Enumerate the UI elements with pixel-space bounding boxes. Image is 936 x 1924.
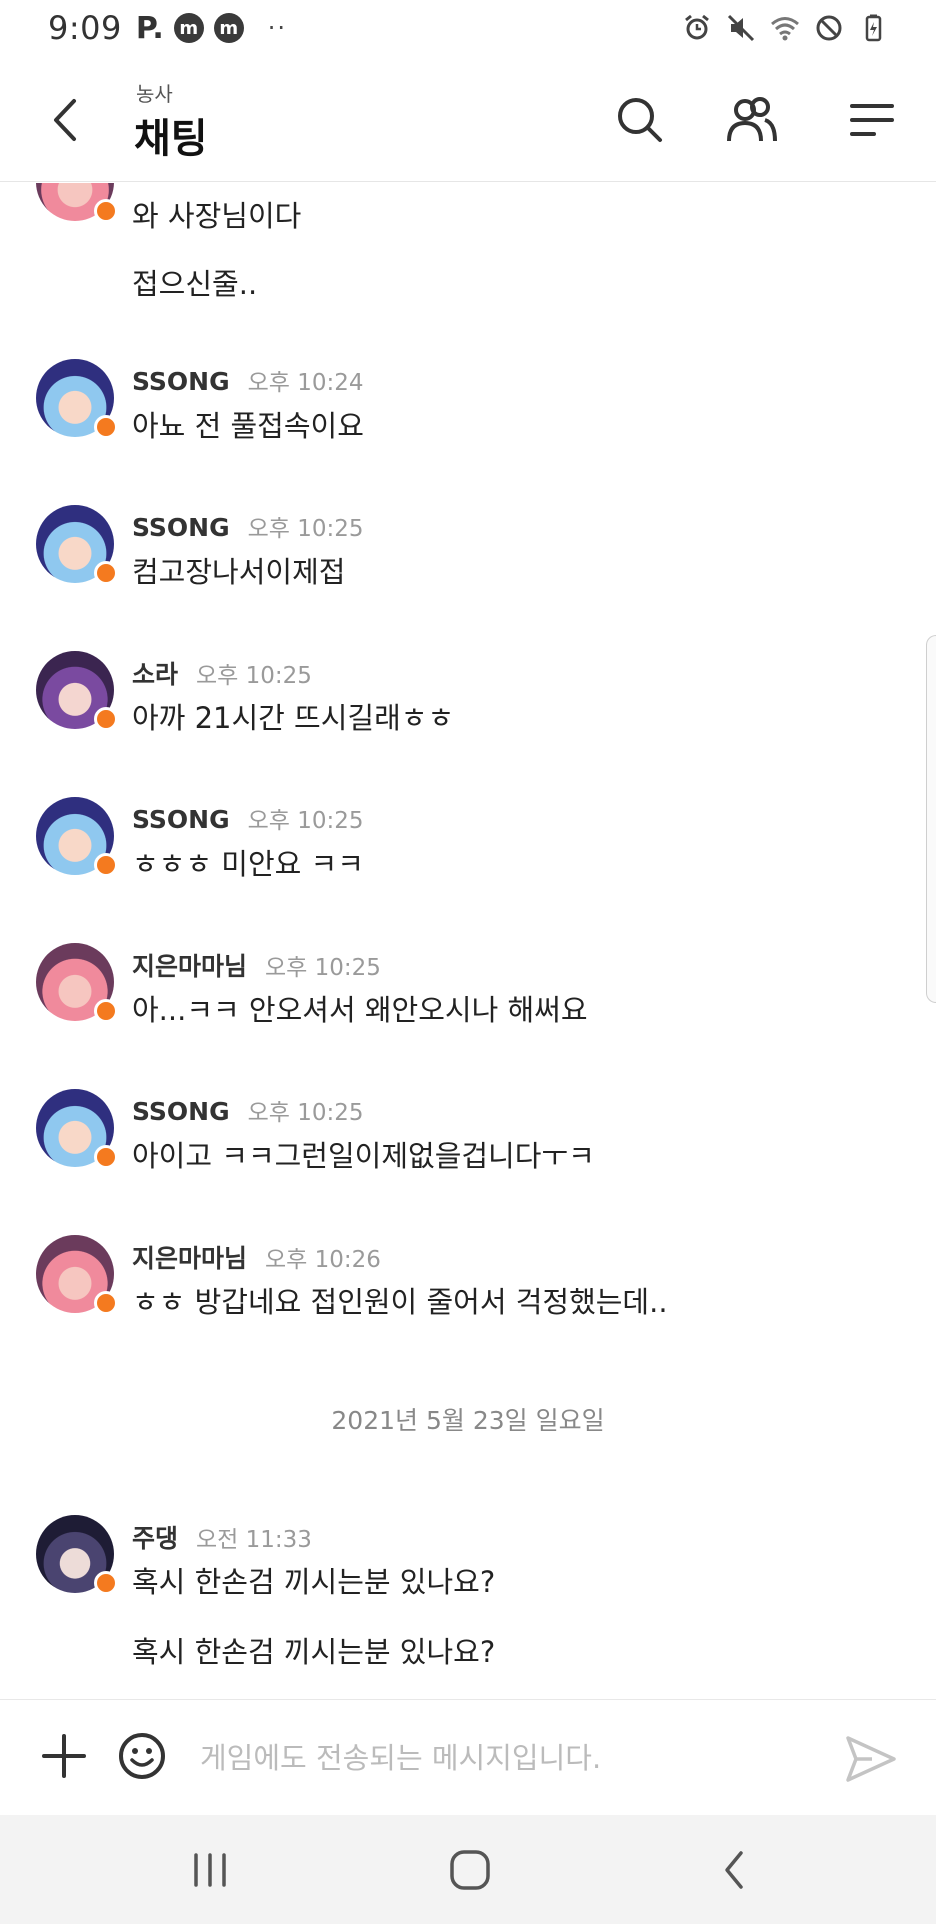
message-time: 오후 10:24 [247,370,364,396]
message-meta: SSONG 오후 10:25 [132,1093,364,1127]
search-icon [618,98,662,142]
message-input[interactable] [200,1730,820,1786]
message-text: 혹시 한손검 끼시는분 있나요? [132,1635,496,1669]
sender-name[interactable]: SSONG [132,1097,230,1126]
online-indicator [94,199,118,223]
avatar-jieun[interactable] [36,183,118,223]
avatar-ssong[interactable] [36,359,118,439]
status-time: 9:09 [48,9,122,47]
chevron-left-icon [54,99,76,141]
plus-icon [42,1734,86,1778]
smiley-icon [119,1733,165,1779]
back-button[interactable] [40,90,90,150]
message-text: 아뇨 전 풀접속이요 [132,409,364,443]
sender-name[interactable]: SSONG [132,805,230,834]
avatar-ssong[interactable] [36,1089,118,1169]
blocked-icon [816,15,842,41]
wifi-icon [771,17,799,41]
sender-name[interactable]: SSONG [132,367,230,396]
avatar-ssong[interactable] [36,797,118,877]
emoji-button[interactable] [116,1730,168,1782]
avatar-judaeng[interactable] [36,1515,118,1595]
date-separator: 2021년 5월 23일 일요일 [331,1406,605,1435]
message-time: 오후 10:25 [265,955,381,981]
menu-button[interactable] [844,92,900,148]
message-text: 와 사장님이다 [132,199,302,233]
search-button[interactable] [612,92,668,148]
message-text: 혹시 한손검 끼시는분 있나요? [132,1565,496,1599]
message-time: 오후 10:25 [247,1100,364,1126]
online-indicator [94,707,118,731]
message-text: 컴고장나서이제접 [132,555,346,589]
message-meta: SSONG 오후 10:24 [132,363,364,397]
sender-name[interactable]: 지은마마님 [132,1239,247,1275]
users-icon [727,97,777,142]
chat-header: 농사 채팅 [0,56,936,182]
online-indicator [94,1291,118,1315]
online-indicator [94,1571,118,1595]
message-meta: 지은마마님 오후 10:26 [132,1239,381,1275]
channel-name: 농사 [136,82,173,106]
message-meta: 소라 오후 10:25 [132,655,312,691]
sender-name[interactable]: 소라 [132,655,178,691]
scroll-handle[interactable] [926,635,936,1003]
send-button[interactable] [842,1730,900,1788]
sender-name[interactable]: 주댕 [132,1519,178,1555]
send-icon [846,1736,896,1782]
home-icon [450,1850,490,1890]
mute-icon [727,14,755,42]
notification-icons: P. m m ·· [136,11,287,46]
alarm-icon [685,14,709,40]
system-nav-bar [0,1815,936,1924]
nav-back-button[interactable] [704,1845,764,1895]
message-time: 오후 10:25 [247,516,364,542]
p-notification-icon: P. [135,10,164,46]
recent-apps-icon [194,1853,226,1887]
message-text: 아...ㅋㅋ 안오셔서 왜안오시나 해써요 [132,993,588,1027]
message-text: 접으신줄.. [132,267,258,301]
more-notifications-icon: ·· [267,14,288,42]
online-indicator [94,561,118,585]
attach-button[interactable] [38,1730,90,1782]
message-text: ㅎㅎ 방갑네요 접인원이 줄어서 걱정했는데.. [132,1285,668,1319]
message-meta: SSONG 오후 10:25 [132,801,364,835]
m-notification-icon: m [173,13,204,43]
online-indicator [94,1145,118,1169]
online-indicator [94,415,118,439]
home-button[interactable] [440,1845,500,1895]
message-text: 아이고 ㅋㅋ그런일이제없을겁니다ㅜㅋ [132,1139,595,1173]
avatar-jieun[interactable] [36,943,118,1023]
message-time: 오후 10:25 [196,663,312,689]
page-title: 채팅 [134,116,208,162]
avatar-jieun[interactable] [36,1235,118,1315]
message-meta: 주댕 오전 11:33 [132,1519,312,1555]
recent-apps-button[interactable] [180,1845,240,1895]
m-notification-icon-2: m [213,13,244,43]
message-input-bar [0,1699,936,1815]
avatar-sora[interactable] [36,651,118,731]
avatar-ssong[interactable] [36,505,118,585]
battery-icon [865,14,882,42]
online-indicator [94,853,118,877]
online-indicator [94,999,118,1023]
members-button[interactable] [724,92,780,148]
message-text: 아까 21시간 뜨시길래ㅎㅎ [132,701,455,735]
message-meta: 지은마마님 오후 10:25 [132,947,381,983]
menu-icon [850,104,894,136]
system-icons [682,13,888,43]
sender-name[interactable]: 지은마마님 [132,947,247,983]
message-time: 오전 11:33 [196,1527,312,1553]
message-time: 오후 10:25 [247,808,364,834]
sender-name[interactable]: SSONG [132,513,230,542]
message-text: ㅎㅎㅎ 미안요 ㅋㅋ [132,847,364,881]
message-time: 오후 10:26 [265,1247,381,1273]
chevron-left-icon [725,1851,743,1889]
chat-messages[interactable]: 와 사장님이다 접으신줄.. SSONG 오후 10:24 아뇨 전 풀접속이요… [0,183,936,1699]
message-meta: SSONG 오후 10:25 [132,509,364,543]
status-bar: 9:09 P. m m ·· [0,0,936,56]
